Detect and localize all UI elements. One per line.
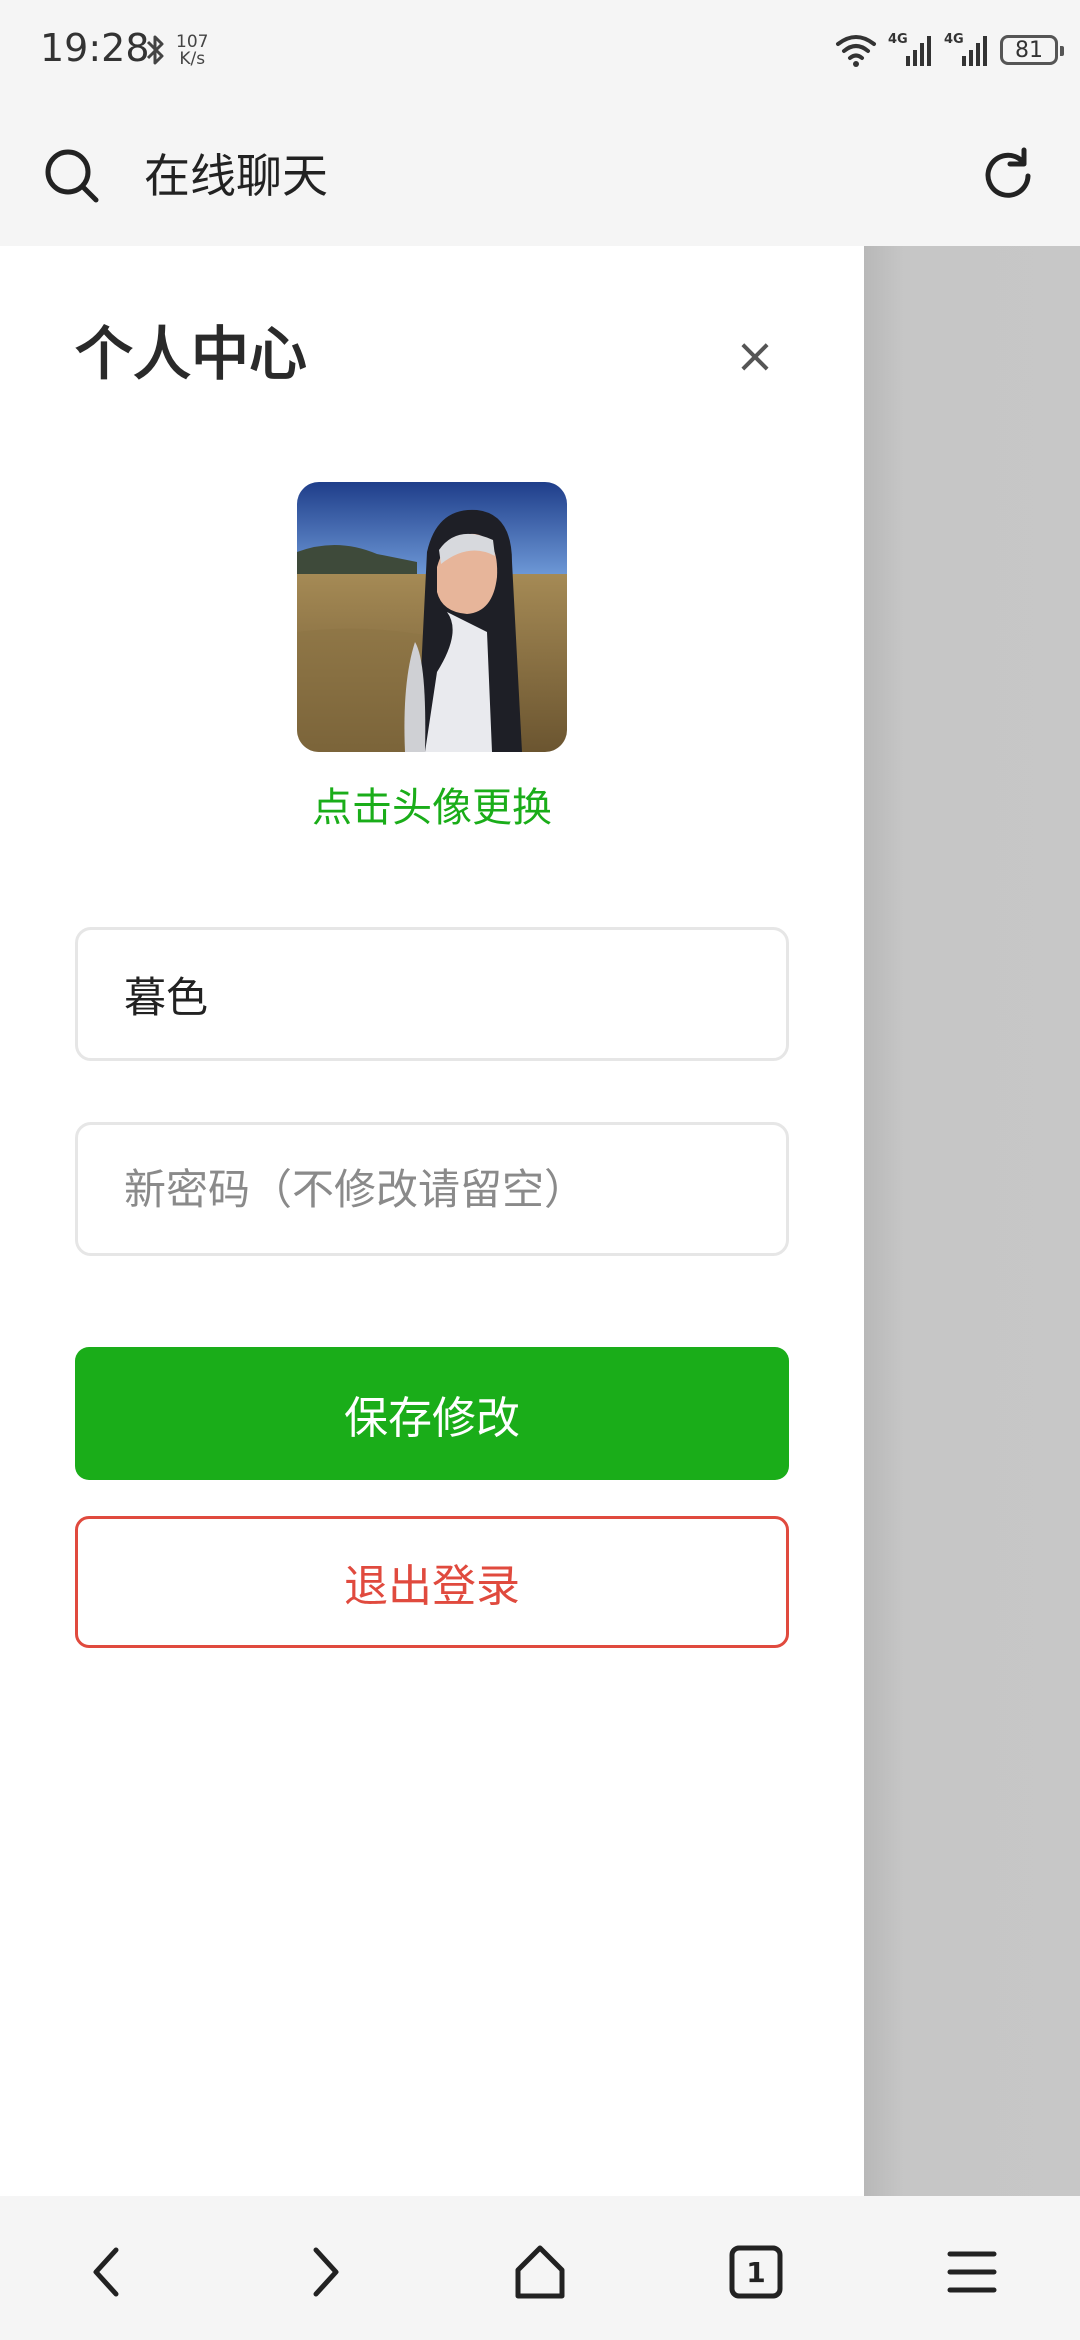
browser-bottom-nav: 1 <box>0 2196 1080 2340</box>
back-button[interactable] <box>68 2232 148 2312</box>
logout-button[interactable]: 退出登录 <box>75 1516 789 1648</box>
password-field <box>75 1122 789 1256</box>
clock: 19:28 <box>40 26 150 70</box>
status-bar: 19:28 107 K/s 4G 4G 81 <box>0 0 1080 100</box>
nickname-field <box>75 927 789 1061</box>
wifi-icon <box>836 35 876 67</box>
save-button[interactable]: 保存修改 <box>75 1347 789 1480</box>
net-speed-unit: K/s <box>179 49 206 69</box>
avatar[interactable] <box>297 482 567 752</box>
status-icons: 4G 4G 81 <box>834 30 1064 70</box>
nickname-input[interactable] <box>78 930 786 1058</box>
avatar-image <box>297 482 567 752</box>
home-button[interactable] <box>500 2232 580 2312</box>
profile-drawer: 个人中心 × 点击头像更换 暮色 保存修改 退出登录 <box>0 246 864 2196</box>
menu-button[interactable] <box>932 2232 1012 2312</box>
battery-icon: 81 <box>1000 35 1064 65</box>
network-speed: 107 K/s <box>176 34 208 68</box>
drawer-title: 个人中心 <box>75 320 308 388</box>
battery-level: 81 <box>1015 37 1043 63</box>
forward-button[interactable] <box>284 2232 364 2312</box>
drawer-backdrop[interactable] <box>864 246 1080 2196</box>
change-avatar-link[interactable]: 点击头像更换 <box>0 780 864 836</box>
password-input[interactable] <box>78 1125 786 1253</box>
page-title[interactable]: 在线聊天 <box>144 146 328 206</box>
forward-icon <box>313 2247 339 2297</box>
search-icon[interactable] <box>42 146 102 206</box>
browser-toolbar: 在线聊天 <box>0 100 1080 246</box>
tabs-count: 1 <box>746 2255 766 2289</box>
close-button[interactable]: × <box>735 326 775 386</box>
tabs-button[interactable]: 1 <box>716 2232 796 2312</box>
menu-icon <box>947 2251 997 2293</box>
close-icon: × <box>734 328 776 384</box>
bluetooth-icon <box>146 35 164 65</box>
back-icon <box>93 2247 119 2297</box>
signal-icon: 4G <box>944 32 990 68</box>
reload-icon[interactable] <box>978 146 1038 206</box>
home-icon <box>515 2245 565 2299</box>
signal-icon: 4G <box>888 32 934 68</box>
